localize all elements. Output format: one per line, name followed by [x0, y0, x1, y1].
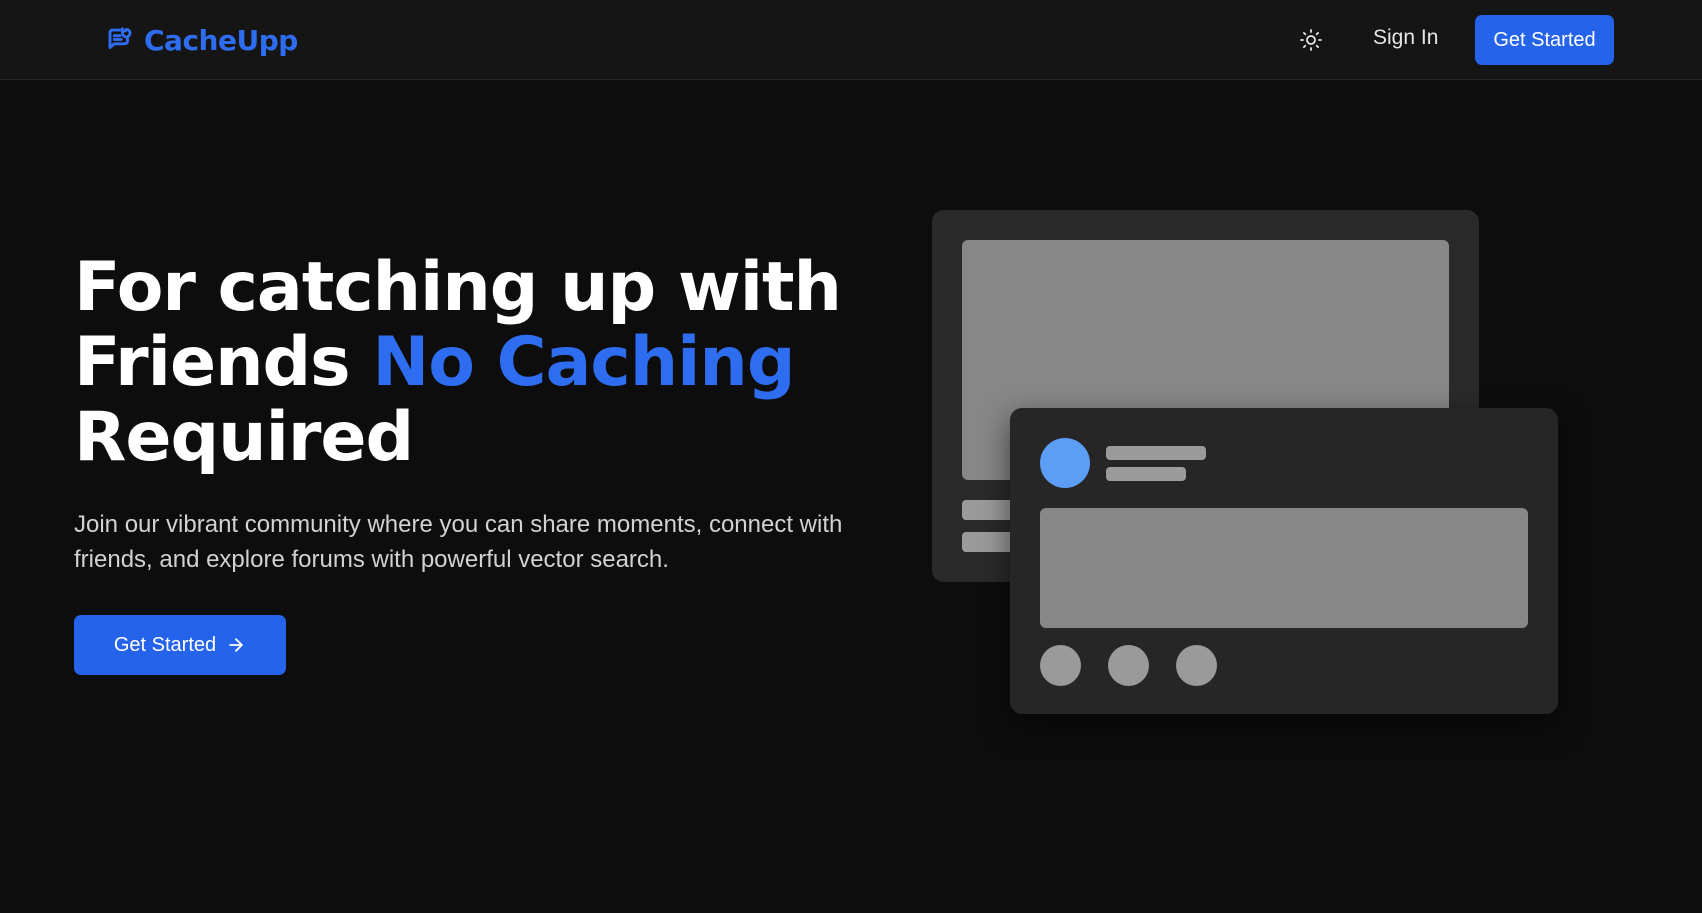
post-action-placeholder	[1040, 645, 1081, 686]
brand-logo[interactable]: CacheUpp	[105, 22, 298, 58]
chat-bubble-refresh-icon	[108, 27, 132, 49]
navbar: CacheUpp Sign In Get Started	[0, 0, 1702, 80]
nav-get-started-button[interactable]: Get Started	[1475, 15, 1614, 65]
arrow-right-icon	[229, 638, 243, 652]
hero-get-started-button[interactable]: Get Started	[74, 615, 286, 675]
illustration-post-card	[1010, 408, 1558, 714]
avatar-placeholder	[1040, 438, 1090, 488]
hero-title-line2: Friends	[74, 323, 373, 402]
hero-title-line1: For catching up with	[74, 248, 842, 327]
author-meta-placeholder	[1106, 467, 1186, 481]
sign-in-link[interactable]: Sign In	[1373, 26, 1438, 50]
hero-title-highlight: No Caching	[372, 323, 795, 402]
post-action-placeholder	[1108, 645, 1149, 686]
sun-icon	[1300, 29, 1322, 51]
hero-cta-label: Get Started	[113, 633, 217, 656]
hero-title-line3: Required	[74, 398, 414, 477]
theme-toggle-button[interactable]	[1296, 25, 1326, 55]
hero-title: For catching up with Friends No Caching …	[74, 250, 874, 475]
post-action-placeholder	[1176, 645, 1217, 686]
brand-name: CacheUpp	[144, 23, 298, 57]
hero-subtitle: Join our vibrant community where you can…	[74, 511, 843, 573]
author-name-placeholder	[1106, 446, 1206, 460]
post-media-placeholder	[1040, 508, 1528, 628]
